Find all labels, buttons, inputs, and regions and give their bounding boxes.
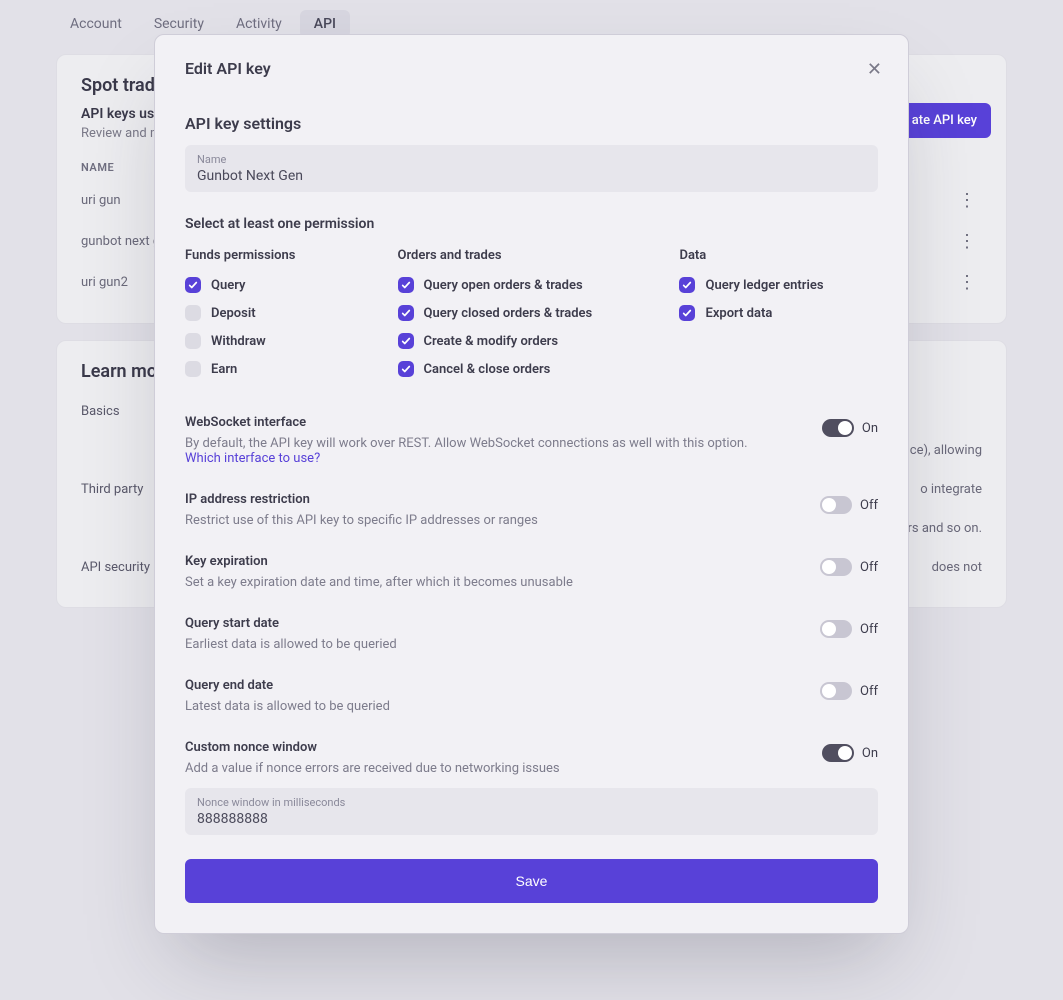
option-qend: Query end date Latest data is allowed to …	[185, 678, 878, 714]
option-desc: Earliest data is allowed to be queried	[185, 637, 800, 652]
toggle-qend[interactable]	[820, 682, 852, 700]
permissions-title: Select at least one permission	[185, 216, 878, 232]
perm-col-title: Funds permissions	[185, 248, 384, 263]
toggle-label: Off	[860, 684, 878, 699]
perm-checkbox-query-open-orders-trades[interactable]: Query open orders & trades	[398, 277, 666, 293]
perm-checkbox-create-modify-orders[interactable]: Create & modify orders	[398, 333, 666, 349]
toggle-knob	[838, 746, 852, 760]
toggle-nonce[interactable]	[822, 744, 854, 762]
perm-checkbox-earn[interactable]: Earn	[185, 361, 384, 377]
checkbox-checked-icon[interactable]	[398, 361, 414, 377]
option-expiration: Key expiration Set a key expiration date …	[185, 554, 878, 590]
checkbox-icon[interactable]	[185, 305, 201, 321]
toggle-label: Off	[860, 622, 878, 637]
checkbox-checked-icon[interactable]	[398, 277, 414, 293]
perm-label: Export data	[705, 306, 772, 321]
settings-section-title: API key settings	[185, 114, 878, 133]
option-websocket: WebSocket interface By default, the API k…	[185, 415, 878, 466]
option-title: Custom nonce window	[185, 740, 802, 755]
checkbox-checked-icon[interactable]	[679, 305, 695, 321]
perm-col-title: Data	[679, 248, 878, 263]
perm-checkbox-cancel-close-orders[interactable]: Cancel & close orders	[398, 361, 666, 377]
toggle-label: Off	[860, 498, 878, 513]
modal-title: Edit API key	[185, 59, 878, 78]
checkbox-checked-icon[interactable]	[398, 333, 414, 349]
modal-overlay: Edit API key ✕ API key settings Name Sel…	[0, 0, 1063, 1000]
toggle-label: Off	[860, 560, 878, 575]
option-title: Query start date	[185, 616, 800, 631]
option-desc: Add a value if nonce errors are received…	[185, 761, 802, 776]
perm-label: Earn	[211, 362, 237, 377]
perm-label: Create & modify orders	[424, 334, 559, 349]
toggle-label: On	[862, 421, 878, 436]
perm-label: Query ledger entries	[705, 278, 823, 293]
perm-checkbox-deposit[interactable]: Deposit	[185, 305, 384, 321]
option-title: Key expiration	[185, 554, 800, 569]
name-field-label: Name	[197, 153, 866, 166]
toggle-qstart[interactable]	[820, 620, 852, 638]
perm-checkbox-query-closed-orders-trades[interactable]: Query closed orders & trades	[398, 305, 666, 321]
permissions-grid: Funds permissions Query Deposit Withdraw Ear…	[185, 248, 878, 389]
perm-label: Query closed orders & trades	[424, 306, 593, 321]
option-title: WebSocket interface	[185, 415, 802, 430]
close-icon[interactable]: ✕	[863, 55, 886, 84]
option-desc: Latest data is allowed to be queried	[185, 699, 800, 714]
perm-label: Deposit	[211, 306, 256, 321]
checkbox-icon[interactable]	[185, 333, 201, 349]
nonce-field-label: Nonce window in milliseconds	[197, 796, 866, 809]
option-nonce: Custom nonce window Add a value if nonce …	[185, 740, 878, 776]
option-title: Query end date	[185, 678, 800, 693]
perm-checkbox-query[interactable]: Query	[185, 277, 384, 293]
perm-label: Query open orders & trades	[424, 278, 583, 293]
toggle-knob	[822, 498, 836, 512]
option-help-link[interactable]: Which interface to use?	[185, 451, 320, 466]
option-qstart: Query start date Earliest data is allowed…	[185, 616, 878, 652]
checkbox-checked-icon[interactable]	[185, 277, 201, 293]
option-desc: Restrict use of this API key to specific…	[185, 513, 800, 528]
perm-checkbox-export-data[interactable]: Export data	[679, 305, 878, 321]
toggle-knob	[822, 684, 836, 698]
perm-checkbox-query-ledger-entries[interactable]: Query ledger entries	[679, 277, 878, 293]
name-input[interactable]	[197, 168, 866, 184]
checkbox-checked-icon[interactable]	[398, 305, 414, 321]
perm-label: Query	[211, 278, 245, 293]
toggle-websocket[interactable]	[822, 419, 854, 437]
save-button[interactable]: Save	[185, 859, 878, 903]
edit-api-key-modal: Edit API key ✕ API key settings Name Sel…	[154, 34, 909, 934]
perm-checkbox-withdraw[interactable]: Withdraw	[185, 333, 384, 349]
toggle-knob	[822, 560, 836, 574]
option-desc: By default, the API key will work over R…	[185, 436, 802, 466]
checkbox-checked-icon[interactable]	[679, 277, 695, 293]
option-title: IP address restriction	[185, 492, 800, 507]
perm-label: Withdraw	[211, 334, 266, 349]
toggle-knob	[822, 622, 836, 636]
option-ip: IP address restriction Restrict use of th…	[185, 492, 878, 528]
toggle-expiration[interactable]	[820, 558, 852, 576]
nonce-field[interactable]: Nonce window in milliseconds	[185, 788, 878, 835]
toggle-label: On	[862, 746, 878, 761]
toggle-knob	[838, 421, 852, 435]
toggle-ip[interactable]	[820, 496, 852, 514]
perm-col-title: Orders and trades	[398, 248, 666, 263]
nonce-input[interactable]	[197, 811, 866, 827]
perm-label: Cancel & close orders	[424, 362, 551, 377]
option-desc: Set a key expiration date and time, afte…	[185, 575, 800, 590]
name-field[interactable]: Name	[185, 145, 878, 192]
checkbox-icon[interactable]	[185, 361, 201, 377]
